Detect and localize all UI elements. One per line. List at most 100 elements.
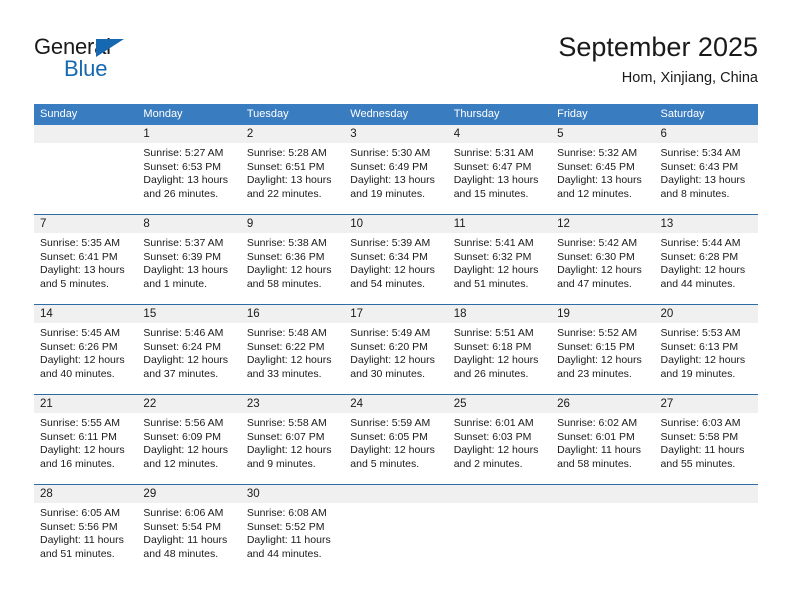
day-cell[interactable]: 23 Sunrise: 5:58 AM Sunset: 6:07 PM Dayligh…	[240, 395, 345, 484]
day-cell[interactable]: 11 Sunrise: 5:41 AM Sunset: 6:32 PM Dayligh…	[447, 215, 552, 304]
day-cell[interactable]: 14 Sunrise: 5:45 AM Sunset: 6:26 PM Dayligh…	[34, 305, 138, 394]
day-number-band: 10	[344, 215, 448, 233]
day-details: Sunrise: 5:39 AM Sunset: 6:34 PM Daylight:…	[344, 233, 447, 291]
day-cell[interactable]: 22 Sunrise: 5:56 AM Sunset: 6:09 PM Dayligh…	[137, 395, 241, 484]
day-cell-empty	[654, 485, 758, 574]
daylight-duration-line1: Daylight: 12 hours	[40, 354, 125, 367]
sunrise-time: Sunrise: 5:28 AM	[246, 147, 327, 159]
sunrise-time: Sunrise: 5:45 AM	[40, 327, 120, 339]
sunrise-time: Sunrise: 5:51 AM	[453, 327, 534, 339]
day-details: Sunrise: 5:28 AM Sunset: 6:51 PM Daylight:…	[241, 143, 344, 201]
day-number: 24	[350, 398, 364, 410]
daylight-duration-line1: Daylight: 13 hours	[453, 174, 539, 187]
day-details: Sunrise: 5:51 AM Sunset: 6:18 PM Daylight:…	[448, 323, 551, 381]
sunset-time: Sunset: 5:52 PM	[246, 520, 325, 533]
day-cell[interactable]: 27 Sunrise: 6:03 AM Sunset: 5:58 PM Dayligh…	[654, 395, 758, 484]
daylight-duration-line2: and 33 minutes.	[246, 367, 322, 380]
day-details: Sunrise: 5:56 AM Sunset: 6:09 PM Daylight:…	[137, 413, 240, 471]
sunset-time: Sunset: 6:05 PM	[350, 430, 428, 443]
day-number: 18	[453, 308, 467, 320]
sunrise-time: Sunrise: 5:32 AM	[557, 147, 638, 159]
weekday-header-sunday: Sunday	[40, 108, 78, 120]
daylight-duration-line1: Daylight: 13 hours	[350, 174, 435, 187]
day-details: Sunrise: 5:53 AM Sunset: 6:13 PM Daylight:…	[655, 323, 758, 381]
daylight-duration-line2: and 12 minutes.	[557, 187, 632, 200]
day-cell[interactable]: 10 Sunrise: 5:39 AM Sunset: 6:34 PM Dayligh…	[344, 215, 448, 304]
day-details: Sunrise: 6:02 AM Sunset: 6:01 PM Daylight:…	[551, 413, 654, 471]
day-number: 7	[40, 218, 47, 230]
calendar-page: General Blue September 2025 Hom, Xinjian…	[0, 0, 792, 612]
daylight-duration-line2: and 51 minutes.	[453, 277, 529, 290]
day-cell[interactable]: 25 Sunrise: 6:01 AM Sunset: 6:03 PM Dayligh…	[447, 395, 552, 484]
day-cell[interactable]: 20 Sunrise: 5:53 AM Sunset: 6:13 PM Dayligh…	[654, 305, 758, 394]
daylight-duration-line1: Daylight: 13 hours	[660, 174, 746, 187]
daylight-duration-line2: and 51 minutes.	[40, 547, 115, 560]
day-cell[interactable]: 17 Sunrise: 5:49 AM Sunset: 6:20 PM Dayligh…	[344, 305, 448, 394]
day-cell[interactable]: 4 Sunrise: 5:31 AM Sunset: 6:47 PM Daylight…	[447, 125, 552, 214]
weekday-header-thursday: Thursday	[453, 108, 500, 120]
day-number-band: 18	[447, 305, 552, 323]
day-details: Sunrise: 5:32 AM Sunset: 6:45 PM Daylight:…	[551, 143, 654, 201]
day-number-band: 9	[240, 215, 345, 233]
day-details: Sunrise: 5:44 AM Sunset: 6:28 PM Daylight:…	[655, 233, 758, 291]
daylight-duration-line2: and 5 minutes.	[350, 457, 420, 470]
weekday-header-saturday: Saturday	[660, 108, 705, 120]
day-cell[interactable]: 19 Sunrise: 5:52 AM Sunset: 6:15 PM Dayligh…	[551, 305, 655, 394]
day-cell[interactable]: 13 Sunrise: 5:44 AM Sunset: 6:28 PM Dayligh…	[654, 215, 758, 304]
day-number-band: 2	[240, 125, 345, 143]
day-cell[interactable]: 1 Sunrise: 5:27 AM Sunset: 6:53 PM Daylight…	[137, 125, 241, 214]
day-number-band: 22	[137, 395, 241, 413]
page-subtitle: Hom, Xinjiang, China	[621, 70, 758, 86]
day-cell[interactable]: 29 Sunrise: 6:06 AM Sunset: 5:54 PM Dayligh…	[137, 485, 241, 574]
day-details: Sunrise: 5:52 AM Sunset: 6:15 PM Daylight:…	[551, 323, 654, 381]
day-number-band: 26	[551, 395, 655, 413]
day-details: Sunrise: 6:03 AM Sunset: 5:58 PM Daylight:…	[655, 413, 758, 471]
sunset-time: Sunset: 6:24 PM	[143, 340, 222, 353]
day-details: Sunrise: 5:42 AM Sunset: 6:30 PM Daylight:…	[551, 233, 654, 291]
sunrise-time: Sunrise: 5:52 AM	[557, 327, 638, 339]
day-number-band: 1	[137, 125, 241, 143]
day-details: Sunrise: 5:38 AM Sunset: 6:36 PM Daylight:…	[241, 233, 344, 291]
day-cell[interactable]: 30 Sunrise: 6:08 AM Sunset: 5:52 PM Dayligh…	[240, 485, 345, 574]
day-number-band: 5	[551, 125, 655, 143]
day-cell[interactable]: 8 Sunrise: 5:37 AM Sunset: 6:39 PM Daylight…	[137, 215, 241, 304]
weekday-header-friday: Friday	[557, 108, 588, 120]
sunset-time: Sunset: 6:36 PM	[246, 250, 325, 263]
page-title: September 2025	[558, 32, 758, 62]
day-cell[interactable]: 3 Sunrise: 5:30 AM Sunset: 6:49 PM Daylight…	[344, 125, 448, 214]
day-cell[interactable]: 12 Sunrise: 5:42 AM Sunset: 6:30 PM Dayligh…	[551, 215, 655, 304]
calendar-week-row: 14 Sunrise: 5:45 AM Sunset: 6:26 PM Dayligh…	[34, 304, 758, 394]
day-details: Sunrise: 5:46 AM Sunset: 6:24 PM Daylight:…	[137, 323, 240, 381]
day-number-band: 28	[34, 485, 138, 503]
day-cell[interactable]: 18 Sunrise: 5:51 AM Sunset: 6:18 PM Dayligh…	[447, 305, 552, 394]
day-cell[interactable]: 26 Sunrise: 6:02 AM Sunset: 6:01 PM Dayligh…	[551, 395, 655, 484]
day-cell[interactable]: 28 Sunrise: 6:05 AM Sunset: 5:56 PM Dayligh…	[34, 485, 138, 574]
day-number-band: 4	[447, 125, 552, 143]
sunset-time: Sunset: 6:01 PM	[557, 430, 635, 443]
day-cell[interactable]: 6 Sunrise: 5:34 AM Sunset: 6:43 PM Daylight…	[654, 125, 758, 214]
daylight-duration-line1: Daylight: 12 hours	[453, 444, 539, 457]
daylight-duration-line1: Daylight: 11 hours	[40, 534, 124, 547]
day-cell[interactable]: 15 Sunrise: 5:46 AM Sunset: 6:24 PM Dayligh…	[137, 305, 241, 394]
day-cell[interactable]: 21 Sunrise: 5:55 AM Sunset: 6:11 PM Dayligh…	[34, 395, 138, 484]
day-cell[interactable]: 9 Sunrise: 5:38 AM Sunset: 6:36 PM Daylight…	[240, 215, 345, 304]
day-cell[interactable]: 7 Sunrise: 5:35 AM Sunset: 6:41 PM Daylight…	[34, 215, 138, 304]
day-number: 3	[350, 128, 357, 140]
calendar-weeks: 1 Sunrise: 5:27 AM Sunset: 6:53 PM Daylight…	[34, 125, 758, 574]
daylight-duration-line1: Daylight: 13 hours	[557, 174, 642, 187]
day-cell[interactable]: 5 Sunrise: 5:32 AM Sunset: 6:45 PM Daylight…	[551, 125, 655, 214]
daylight-duration-line2: and 22 minutes.	[246, 187, 322, 200]
daylight-duration-line2: and 1 minute.	[143, 277, 208, 290]
daylight-duration-line2: and 15 minutes.	[453, 187, 529, 200]
sunrise-time: Sunrise: 5:39 AM	[350, 237, 431, 249]
daylight-duration-line1: Daylight: 13 hours	[143, 174, 229, 187]
day-cell[interactable]: 24 Sunrise: 5:59 AM Sunset: 6:05 PM Dayligh…	[344, 395, 448, 484]
day-cell[interactable]: 16 Sunrise: 5:48 AM Sunset: 6:22 PM Dayligh…	[240, 305, 345, 394]
sunrise-time: Sunrise: 6:08 AM	[246, 507, 327, 519]
day-number: 10	[350, 218, 364, 230]
daylight-duration-line2: and 44 minutes.	[246, 547, 322, 560]
daylight-duration-line1: Daylight: 11 hours	[143, 534, 228, 547]
day-cell[interactable]: 2 Sunrise: 5:28 AM Sunset: 6:51 PM Daylight…	[240, 125, 345, 214]
general-blue-logo[interactable]: General Blue	[34, 34, 204, 86]
calendar-week-row: 7 Sunrise: 5:35 AM Sunset: 6:41 PM Daylight…	[34, 214, 758, 304]
